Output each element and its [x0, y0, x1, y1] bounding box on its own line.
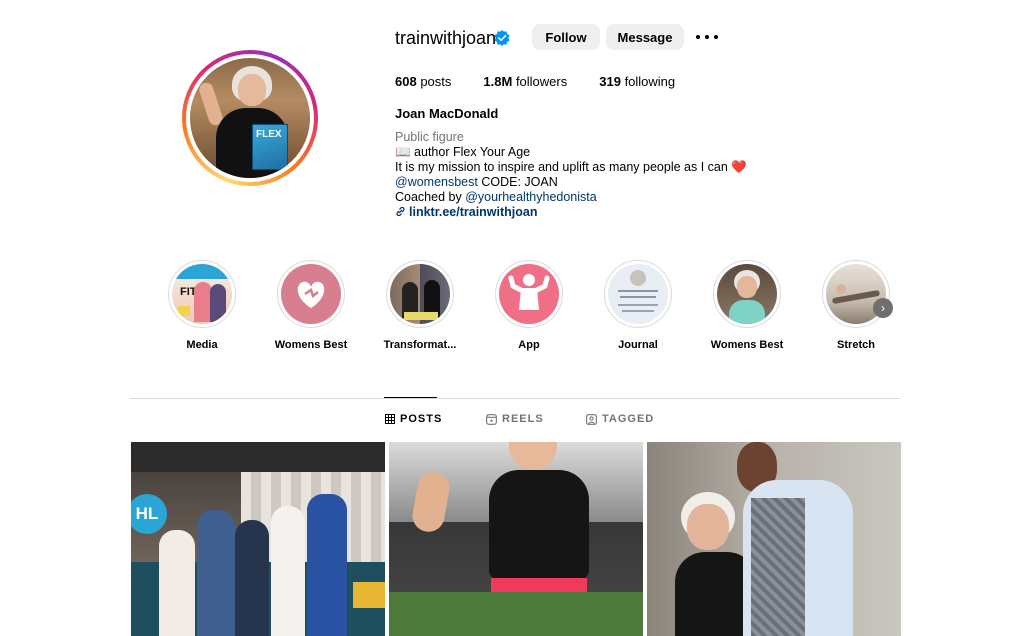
profile-category: Public figure: [395, 130, 464, 144]
grid-icon: [385, 414, 395, 424]
avatar-photo: FLEX: [190, 58, 310, 178]
highlight-thumbnail: [390, 264, 450, 324]
flexing-figure-icon: [508, 274, 550, 310]
womens-best-logo-icon: [297, 281, 325, 308]
tagged-icon: [586, 413, 597, 425]
reels-icon: [486, 413, 497, 425]
highlight-thumbnail: [608, 264, 668, 324]
profile-username: trainwithjoan: [395, 28, 497, 48]
bio-line-4: Coached by @yourhealthyhedonista: [395, 190, 597, 204]
tab-posts[interactable]: POSTS: [385, 413, 442, 425]
story-highlights: FIT Media Womens Best Transformat... App…: [160, 260, 893, 360]
highlight-thumbnail: [281, 264, 341, 324]
verified-badge-icon: [494, 29, 510, 47]
profile-avatar[interactable]: FLEX: [182, 50, 318, 186]
following-count[interactable]: 319 following: [599, 74, 675, 89]
tabs-divider: [130, 398, 900, 399]
profile-full-name: Joan MacDonald: [395, 106, 499, 121]
heart-emoji-icon: ❤️: [731, 160, 747, 174]
linktree-link[interactable]: linktr.ee/trainwithjoan: [409, 205, 538, 219]
follow-button[interactable]: Follow: [532, 24, 600, 50]
bio-line-2: It is my mission to inspire and uplift a…: [395, 160, 747, 174]
profile-stats: 608 posts 1.8M followers 319 following: [395, 74, 707, 89]
tab-reels[interactable]: REELS: [486, 413, 544, 425]
profile-bio: Public figure 📖 author Flex Your Age It …: [395, 130, 747, 220]
flex-book: FLEX: [252, 124, 288, 170]
bio-external-link-row[interactable]: linktr.ee/trainwithjoan: [395, 205, 747, 220]
highlight-thumbnail: [717, 264, 777, 324]
tab-tagged[interactable]: TAGGED: [586, 413, 654, 425]
link-icon: [396, 206, 405, 217]
post-thumbnail-2[interactable]: [389, 442, 643, 636]
more-options-icon[interactable]: [696, 30, 718, 44]
highlights-next-chevron-icon[interactable]: ›: [873, 298, 893, 318]
posts-count: 608 posts: [395, 74, 452, 89]
bio-line-1: 📖 author Flex Your Age: [395, 145, 531, 159]
post-thumbnail-3[interactable]: [647, 442, 901, 636]
followers-count[interactable]: 1.8M followers: [483, 74, 567, 89]
active-tab-indicator: [384, 397, 437, 398]
highlight-thumbnail: [499, 264, 559, 324]
coach-mention-link[interactable]: @yourhealthyhedonista: [465, 190, 597, 204]
message-button[interactable]: Message: [606, 24, 684, 50]
post-thumbnail-1[interactable]: HL: [131, 442, 385, 636]
womensbest-mention-link[interactable]: @womensbest: [395, 175, 478, 189]
highlight-thumbnail: FIT: [172, 264, 232, 324]
hl-logo: HL: [131, 494, 167, 534]
bio-line-3: @womensbest CODE: JOAN: [395, 175, 558, 189]
